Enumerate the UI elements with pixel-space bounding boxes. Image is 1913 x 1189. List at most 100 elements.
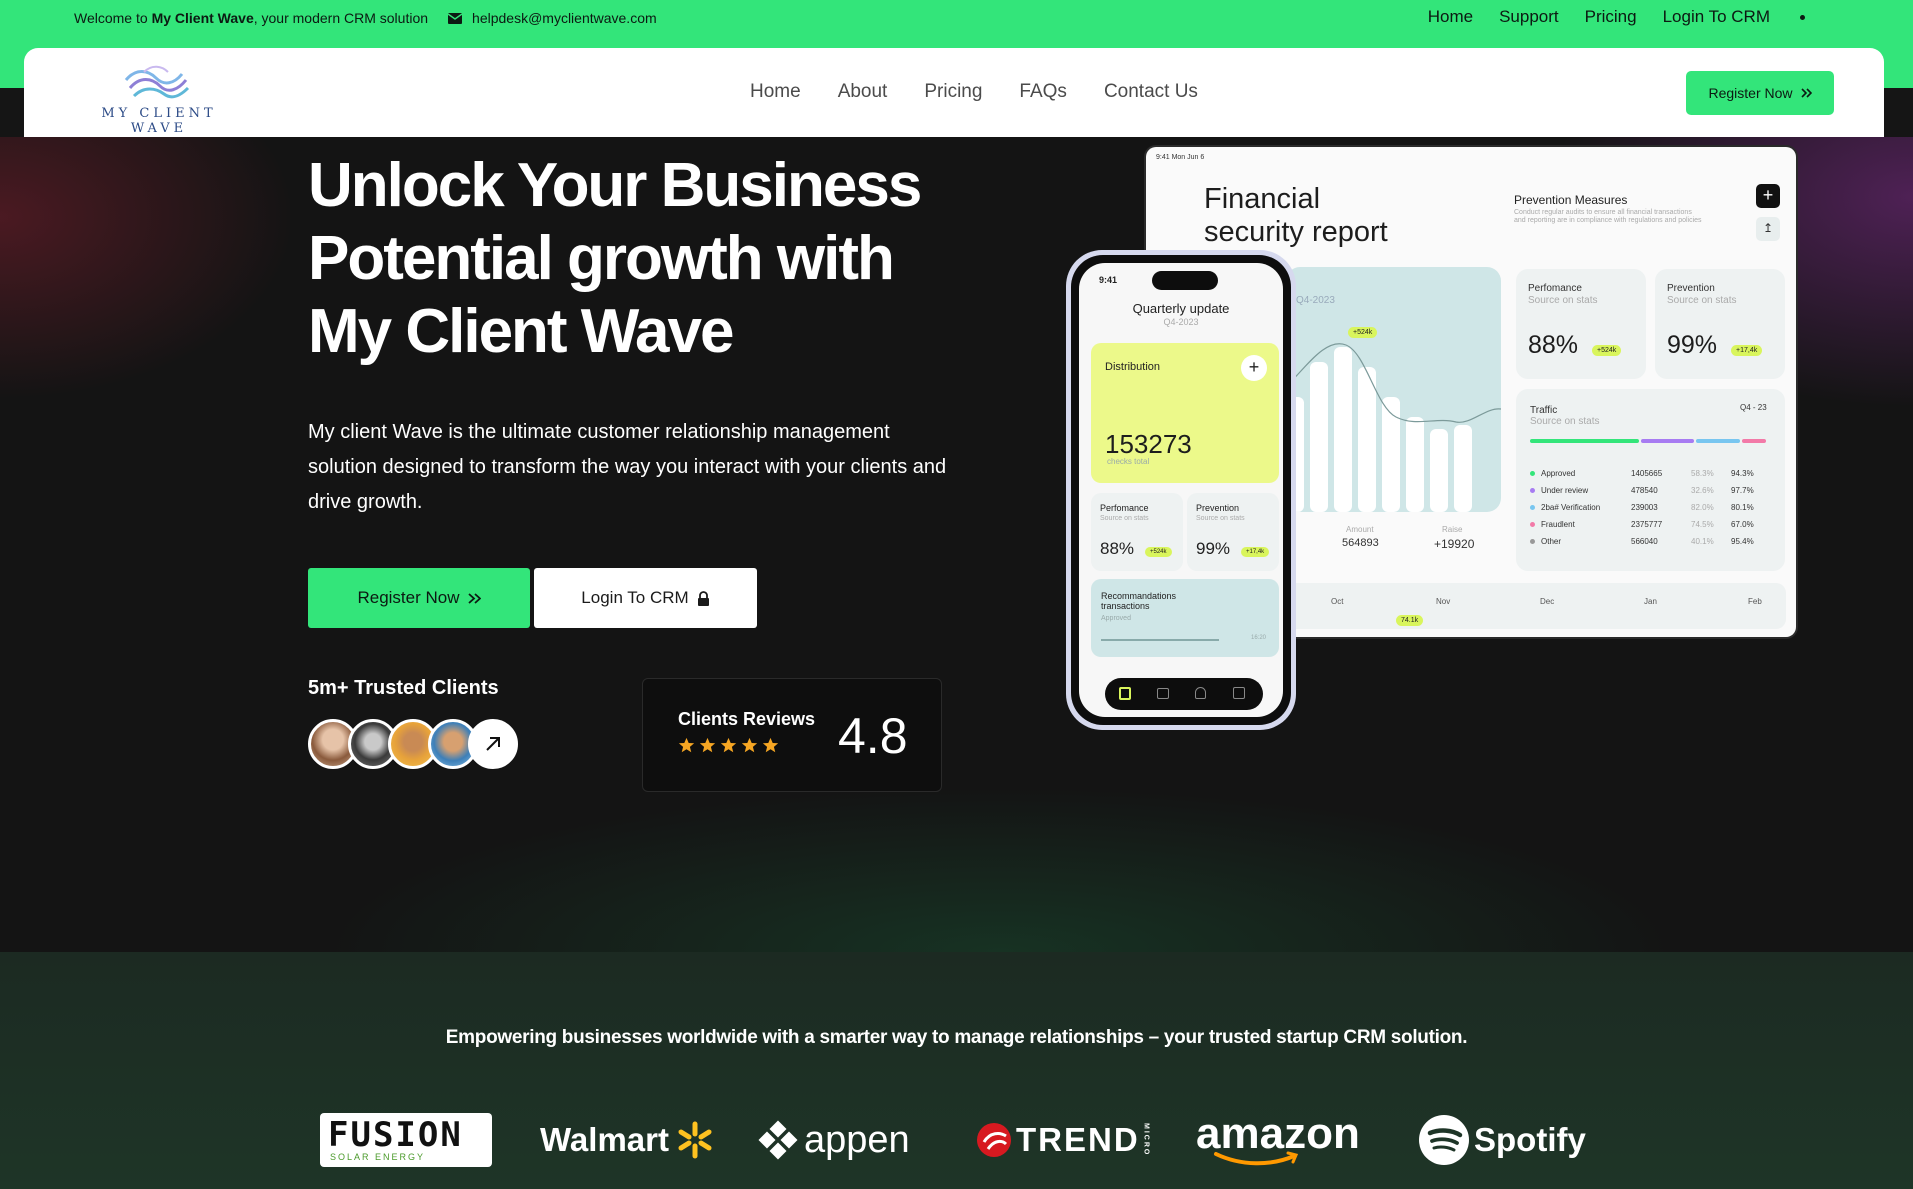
tablet-bar-chart: Q4-2023 +524k <box>1286 267 1501 512</box>
hero-title-line3: My Client Wave <box>308 297 734 366</box>
hero-title: Unlock Your Business Potential growth wi… <box>308 149 968 368</box>
avatars-more-button[interactable] <box>468 719 518 769</box>
tablet-prevention-value: 99% <box>1667 331 1718 359</box>
email-address[interactable]: helpdesk@myclientwave.com <box>472 10 657 26</box>
traffic-row: 2ba# Verification 239003 82.0% 80.1% <box>1530 503 1770 512</box>
welcome-brand: My Client Wave <box>151 10 254 26</box>
star-icon <box>699 737 716 753</box>
legend-dot <box>1530 505 1535 510</box>
plus-icon: + <box>1241 355 1267 381</box>
distribution-card: Distribution + 153273 checks total <box>1091 343 1279 483</box>
nav-register-button[interactable]: Register Now <box>1686 71 1834 115</box>
spotify-logo: Spotify <box>1418 1110 1586 1170</box>
traffic-row-count: 239003 <box>1631 503 1658 512</box>
lock-icon <box>697 590 709 606</box>
month-label: Oct <box>1331 597 1344 606</box>
chart-bars-graphic <box>1286 343 1501 512</box>
amount-label: Amount <box>1346 525 1374 534</box>
top-link-home[interactable]: Home <box>1428 7 1473 27</box>
distribution-label: Distribution <box>1105 361 1161 373</box>
phone-mockup: 9:41 Quarterly update Q4-2023 Distributi… <box>1066 250 1296 730</box>
appen-logo-text: appen <box>804 1118 910 1161</box>
tablet-title-line1: Financial <box>1204 183 1321 215</box>
phone-performance-card: Perfomance Source on stats 88% +524k <box>1091 493 1183 571</box>
arrow-up-right-icon <box>486 737 500 751</box>
fusion-logo-text: FUSION <box>328 1115 463 1155</box>
fusion-logo-sub: SOLAR ENERGY <box>330 1152 426 1162</box>
hero-description: My client Wave is the ultimate customer … <box>308 421 947 513</box>
traffic-row: Fraudlent 2375777 74.5% 67.0% <box>1530 520 1770 529</box>
traffic-row-pct: 58.3% <box>1691 469 1714 478</box>
phone-subtitle: Q4-2023 <box>1163 317 1199 327</box>
add-icon: + <box>1756 184 1780 208</box>
main-navbar: MY CLIENT WAVE Home About Pricing FAQs C… <box>24 48 1884 137</box>
reviews-card: Clients Reviews 4.8 <box>642 678 942 792</box>
trusted-clients-label: 5m+ Trusted Clients <box>308 677 499 699</box>
traffic-row-pct: 40.1% <box>1691 537 1714 546</box>
walmart-logo-text: Walmart <box>540 1121 669 1158</box>
register-now-label: Register Now <box>357 588 460 607</box>
top-link-pricing[interactable]: Pricing <box>1585 7 1637 27</box>
nav-links: Home About Pricing FAQs Contact Us <box>750 81 1235 103</box>
phone-dock <box>1105 678 1263 710</box>
spotify-icon <box>1419 1115 1469 1165</box>
traffic-row-count: 2375777 <box>1631 520 1663 529</box>
double-chevron-right-icon <box>467 592 481 604</box>
traffic-row-name: Other <box>1541 537 1562 546</box>
traffic-row: Other 566040 40.1% 95.4% <box>1530 537 1770 546</box>
welcome-suffix: , your modern CRM solution <box>253 10 429 26</box>
spotify-logo-text: Spotify <box>1474 1121 1586 1158</box>
trend-logo-text: TREND <box>1016 1121 1140 1158</box>
appen-diamond-icon <box>758 1120 798 1160</box>
tablet-performance-label: Perfomance <box>1528 283 1582 294</box>
phone-performance-value: 88% <box>1100 539 1135 558</box>
register-now-button[interactable]: Register Now <box>308 568 530 628</box>
trend-logo-sub: MICRO <box>1142 1123 1150 1157</box>
month-label: Feb <box>1748 597 1762 606</box>
phone-frame: 9:41 Quarterly update Q4-2023 Distributi… <box>1071 255 1291 725</box>
nav-link-contact[interactable]: Contact Us <box>1104 81 1198 103</box>
site-logo[interactable]: MY CLIENT WAVE <box>74 58 254 136</box>
nav-link-home[interactable]: Home <box>750 81 801 103</box>
legend-dot <box>1530 488 1535 493</box>
top-bar-dot <box>1800 14 1805 20</box>
distribution-sub: checks total <box>1107 457 1150 466</box>
hero-section: Unlock Your Business Potential growth wi… <box>0 137 1913 952</box>
amazon-logo: amazon <box>1196 1110 1360 1170</box>
traffic-row-name: 2ba# Verification <box>1541 503 1601 512</box>
traffic-row-name: Fraudlent <box>1541 520 1575 529</box>
traffic-period: Q4 - 23 <box>1740 403 1767 412</box>
traffic-row-count: 1405665 <box>1631 469 1663 478</box>
nav-link-faqs[interactable]: FAQs <box>1019 81 1067 103</box>
login-crm-button[interactable]: Login To CRM <box>534 568 757 628</box>
traffic-row-rate: 80.1% <box>1731 503 1754 512</box>
phone-performance-label: Perfomance <box>1100 503 1149 513</box>
tablet-title-line2: security report <box>1204 216 1388 248</box>
phone-prevention-chip: +17,4k <box>1241 547 1270 557</box>
tablet-traffic-card: Traffic Source on stats Q4 - 23 Approved… <box>1516 389 1785 571</box>
tablet-report-title: Financial security report <box>1204 183 1388 249</box>
star-icon <box>678 737 695 753</box>
trend-micro-logo: TREND MICRO <box>976 1110 1150 1170</box>
chart-chip: +524k <box>1348 327 1378 338</box>
phone-time: 9:41 <box>1099 275 1118 285</box>
traffic-row-rate: 67.0% <box>1731 520 1754 529</box>
top-link-support[interactable]: Support <box>1499 7 1559 27</box>
tablet-performance-value: 88% <box>1528 331 1579 359</box>
tablet-prevention-sub: Source on stats <box>1667 295 1737 306</box>
phone-prevention-sub: Source on stats <box>1196 515 1245 522</box>
traffic-row-rate: 95.4% <box>1731 537 1754 546</box>
reco-progress <box>1101 639 1219 641</box>
month-chip: 74.1k <box>1396 615 1424 626</box>
legend-dot <box>1530 522 1535 527</box>
top-link-login[interactable]: Login To CRM <box>1663 7 1770 27</box>
tablet-status-time: 9:41 Mon Jun 6 <box>1156 154 1205 161</box>
traffic-segment <box>1640 439 1695 443</box>
star-icon <box>762 737 779 753</box>
amount-value: 564893 <box>1342 537 1379 549</box>
nav-link-about[interactable]: About <box>838 81 888 103</box>
email-link[interactable]: helpdesk@myclientwave.com <box>448 10 657 26</box>
envelope-icon <box>448 12 463 24</box>
prevention-measures-title: Prevention Measures <box>1514 193 1628 207</box>
nav-link-pricing[interactable]: Pricing <box>924 81 982 103</box>
